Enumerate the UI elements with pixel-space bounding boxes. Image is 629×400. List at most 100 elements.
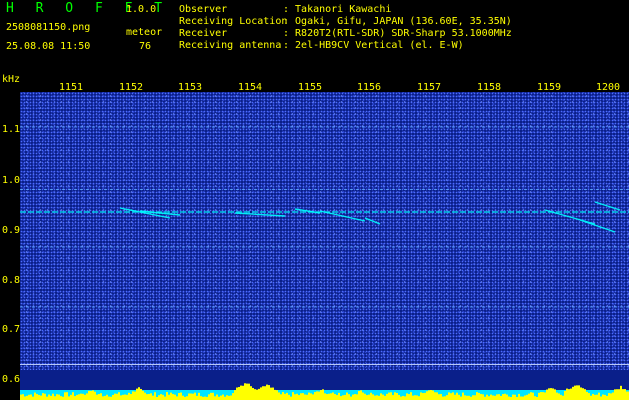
level-bar xyxy=(376,395,378,400)
level-bar xyxy=(46,396,48,400)
level-bar xyxy=(240,385,242,400)
level-bar xyxy=(288,394,290,400)
level-bar xyxy=(98,393,100,400)
level-bar xyxy=(504,393,506,400)
level-bar xyxy=(170,392,172,400)
level-bar xyxy=(442,396,444,400)
level-bar xyxy=(328,393,330,400)
level-bar xyxy=(482,394,484,400)
level-bar xyxy=(152,395,154,400)
capture-datetime: 25.08.08 11:50 xyxy=(6,41,91,52)
level-bar xyxy=(130,394,132,400)
level-bar xyxy=(258,388,260,400)
level-bar xyxy=(538,392,540,400)
receiver-value: : R820T2(RTL-SDR) SDR-Sharp 53.1000MHz xyxy=(283,28,512,39)
level-bar xyxy=(238,386,240,400)
level-bar xyxy=(78,394,80,400)
level-bar xyxy=(176,396,178,400)
level-bar xyxy=(348,394,350,400)
level-bar xyxy=(276,390,278,400)
level-bar xyxy=(530,392,532,400)
level-bar xyxy=(82,393,84,400)
level-bar xyxy=(44,393,46,400)
level-bar xyxy=(458,394,460,400)
level-bar xyxy=(222,394,224,400)
antenna-label: Receiving antenna xyxy=(179,40,282,51)
level-bar xyxy=(370,392,372,400)
level-bar xyxy=(574,385,576,400)
level-bar xyxy=(324,393,326,400)
level-bar xyxy=(244,383,246,400)
level-bar xyxy=(106,394,108,400)
level-bar xyxy=(478,392,480,400)
level-bar xyxy=(280,394,282,400)
level-bar xyxy=(608,393,610,400)
y-tick-label: 1.0 xyxy=(2,175,21,186)
level-bar xyxy=(576,385,578,400)
level-bar xyxy=(246,383,248,400)
level-bar xyxy=(312,394,314,400)
level-bar xyxy=(386,393,388,400)
level-bar xyxy=(126,394,128,400)
y-tick-label: 0.7 xyxy=(2,324,21,335)
level-bar xyxy=(564,391,566,400)
level-bar xyxy=(474,395,476,400)
meteor-echo xyxy=(234,212,286,217)
level-bar xyxy=(396,392,398,400)
level-bar xyxy=(118,392,120,400)
level-bar xyxy=(434,392,436,400)
level-bar xyxy=(272,387,274,400)
level-bar xyxy=(368,394,370,400)
level-bar xyxy=(194,392,196,400)
level-bar xyxy=(580,387,582,400)
level-bar xyxy=(332,392,334,400)
level-bar xyxy=(220,395,222,400)
level-bar xyxy=(166,392,168,400)
level-bar xyxy=(24,396,26,400)
level-bar xyxy=(354,394,356,400)
level-bar xyxy=(292,392,294,400)
level-bar xyxy=(310,393,312,400)
level-bar xyxy=(268,385,270,400)
meteor-echo xyxy=(579,219,616,233)
level-bar xyxy=(344,394,346,400)
level-bar xyxy=(140,388,142,400)
level-bar xyxy=(486,394,488,400)
level-bar xyxy=(168,394,170,400)
level-bar xyxy=(592,393,594,400)
level-bar xyxy=(148,393,150,400)
level-bar xyxy=(94,391,96,400)
level-bar xyxy=(22,394,24,400)
level-bar xyxy=(144,392,146,400)
spectrogram-overlay xyxy=(20,92,629,382)
level-bar xyxy=(596,394,598,400)
level-bar xyxy=(492,395,494,400)
level-bar xyxy=(394,392,396,400)
level-bar xyxy=(436,392,438,400)
level-bar xyxy=(190,393,192,400)
level-bar xyxy=(378,395,380,400)
level-bar xyxy=(604,394,606,400)
hrofft-window: H R O F F T 1.0.0 2508081150.png 25.08.0… xyxy=(0,0,629,400)
signal-level-bar xyxy=(20,370,629,400)
level-bar xyxy=(390,392,392,400)
level-bar xyxy=(262,386,264,400)
level-bar xyxy=(204,396,206,400)
level-bar xyxy=(102,396,104,400)
level-bar xyxy=(392,395,394,400)
level-bar xyxy=(74,396,76,400)
level-bar xyxy=(454,394,456,400)
level-bar xyxy=(432,390,434,400)
level-bar xyxy=(174,394,176,400)
level-bar xyxy=(624,389,626,400)
level-bar xyxy=(382,394,384,400)
level-bar xyxy=(26,395,28,400)
level-bar xyxy=(306,394,308,400)
level-bar xyxy=(50,395,52,400)
level-bar xyxy=(372,394,374,400)
level-bar xyxy=(626,391,628,400)
level-bar xyxy=(420,392,422,400)
level-bar xyxy=(68,396,70,400)
level-bar xyxy=(400,396,402,400)
level-bar xyxy=(418,396,420,400)
